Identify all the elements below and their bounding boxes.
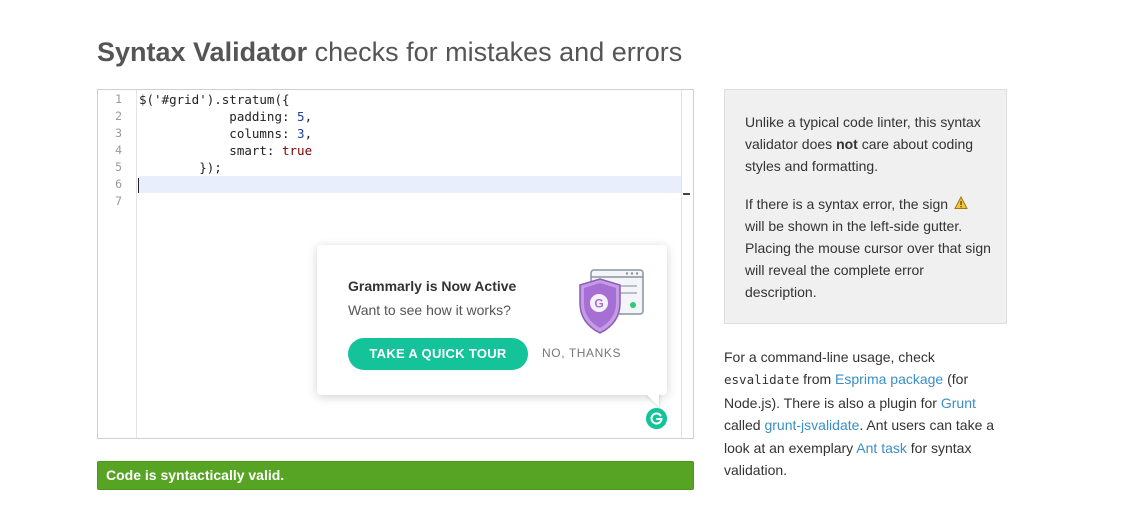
page-title-rest: checks for mistakes and errors — [307, 37, 683, 67]
usage-paragraph: For a command-line usage, check esvalida… — [724, 346, 1009, 481]
line-number: 5 — [115, 160, 122, 174]
code-token: true — [282, 143, 313, 158]
code-line[interactable]: columns: 3, — [139, 125, 681, 142]
usage-text: from — [799, 371, 836, 388]
grunt-jsvalidate-link[interactable]: grunt-jsvalidate — [764, 417, 859, 433]
code-token: 3 — [297, 126, 305, 141]
code-token: padding: — [139, 109, 298, 124]
code-token: smart: — [139, 143, 282, 158]
usage-text: For a command-line usage, check — [724, 349, 935, 365]
grammarly-popup-pointer — [645, 393, 659, 407]
code-line[interactable]: $('#grid').stratum({ — [139, 91, 681, 108]
grammarly-popup-title: Grammarly is Now Active — [348, 278, 517, 294]
code-token: 5 — [297, 109, 305, 124]
take-quick-tour-button[interactable]: TAKE A QUICK TOUR — [348, 338, 528, 370]
scroll-position-marker — [683, 193, 690, 195]
code-line[interactable] — [139, 193, 681, 210]
warning-icon — [954, 196, 968, 209]
code-token: }); — [139, 160, 222, 175]
esprima-package-link[interactable]: Esprima package — [835, 371, 943, 387]
line-number: 7 — [115, 194, 122, 208]
info-text-part: will be shown in the left-side gutter. P… — [745, 218, 991, 300]
code-line[interactable] — [138, 176, 681, 193]
validation-status-bar: Code is syntactically valid. — [97, 461, 694, 490]
grammarly-popup: Grammarly is Now Active Want to see how … — [317, 245, 667, 395]
grammarly-popup-subtitle: Want to see how it works? — [348, 302, 511, 318]
vertical-scrollbar[interactable] — [681, 90, 693, 438]
code-token: columns: — [139, 126, 298, 141]
code-token: , — [304, 109, 313, 124]
grammarly-shield-letter: G — [594, 297, 603, 311]
line-number: 3 — [115, 126, 122, 140]
code-line[interactable]: }); — [139, 159, 681, 176]
info-text-emphasis: not — [836, 136, 858, 152]
info-paragraph-linter: Unlike a typical code linter, this synta… — [745, 111, 995, 177]
usage-text: called — [724, 417, 765, 434]
grammarly-shield-illustration-icon: G — [579, 269, 644, 334]
no-thanks-button[interactable]: NO, THANKS — [542, 346, 621, 360]
ant-task-link[interactable]: Ant task — [856, 440, 907, 456]
page-title-bold: Syntax Validator — [97, 37, 308, 67]
code-token: $('#grid').stratum({ — [139, 92, 290, 107]
line-number: 1 — [115, 92, 122, 106]
line-number-gutter: 1 2 3 4 5 6 7 — [98, 90, 137, 438]
code-line[interactable]: smart: true — [139, 142, 681, 159]
line-number: 6 — [115, 177, 122, 191]
code-token: , — [304, 126, 313, 141]
info-box: Unlike a typical code linter, this synta… — [724, 89, 1007, 324]
code-line[interactable]: padding: 5, — [139, 108, 681, 125]
grunt-link[interactable]: Grunt — [941, 395, 976, 411]
line-number: 4 — [115, 143, 122, 157]
page-title: Syntax Validator checks for mistakes and… — [97, 37, 682, 68]
grammarly-g-icon[interactable] — [646, 408, 667, 429]
line-number: 2 — [115, 109, 122, 123]
info-text-part: If there is a syntax error, the sign — [745, 196, 949, 212]
esvalidate-code: esvalidate — [724, 372, 800, 388]
info-paragraph-error-sign: If there is a syntax error, the sign wil… — [745, 193, 995, 303]
text-cursor — [138, 178, 139, 193]
